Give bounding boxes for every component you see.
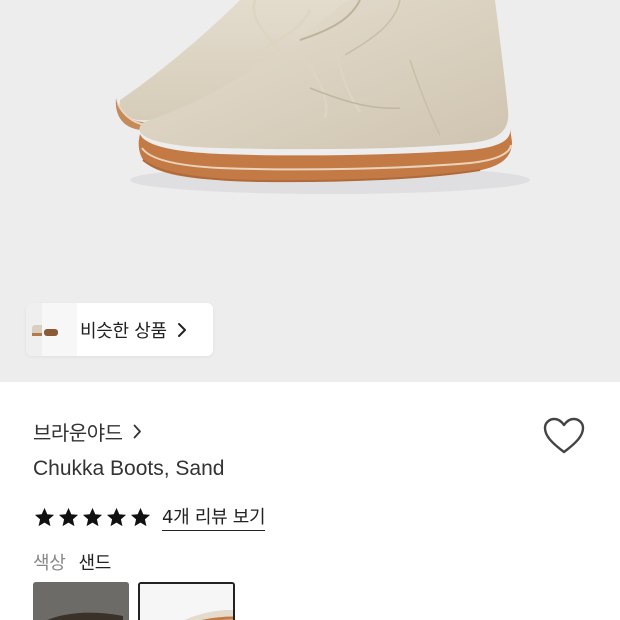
brand-name: 브라운야드	[33, 421, 123, 445]
color-label: 색상	[33, 553, 66, 574]
similar-thumbnail	[42, 303, 78, 356]
color-swatch-sand[interactable]	[138, 582, 235, 620]
chevron-right-icon	[177, 322, 187, 338]
color-value: 샌드	[78, 553, 112, 574]
similar-products-label: 비슷한 상품	[80, 320, 167, 342]
product-image[interactable]: 비슷한 상품	[0, 0, 620, 382]
similar-thumbnails	[26, 303, 78, 356]
rating-row: 4개 리뷰 보기	[33, 503, 266, 531]
star-icon	[130, 507, 151, 526]
star-icon	[34, 507, 55, 526]
color-swatch-dark[interactable]	[33, 582, 129, 620]
brand-link[interactable]: 브라운야드	[33, 417, 142, 446]
star-icon	[106, 507, 127, 526]
rating-stars	[33, 506, 152, 529]
star-icon	[58, 507, 79, 526]
star-icon	[82, 507, 103, 526]
color-row: 색상 샌드	[33, 549, 111, 575]
review-link[interactable]: 4개 리뷰 보기	[162, 503, 266, 531]
similar-products-button[interactable]: 비슷한 상품	[26, 303, 213, 356]
heart-outline-icon	[543, 417, 585, 454]
product-title: Chukka Boots, Sand	[33, 457, 225, 480]
chevron-right-icon	[133, 424, 142, 439]
wishlist-button[interactable]	[542, 416, 586, 456]
